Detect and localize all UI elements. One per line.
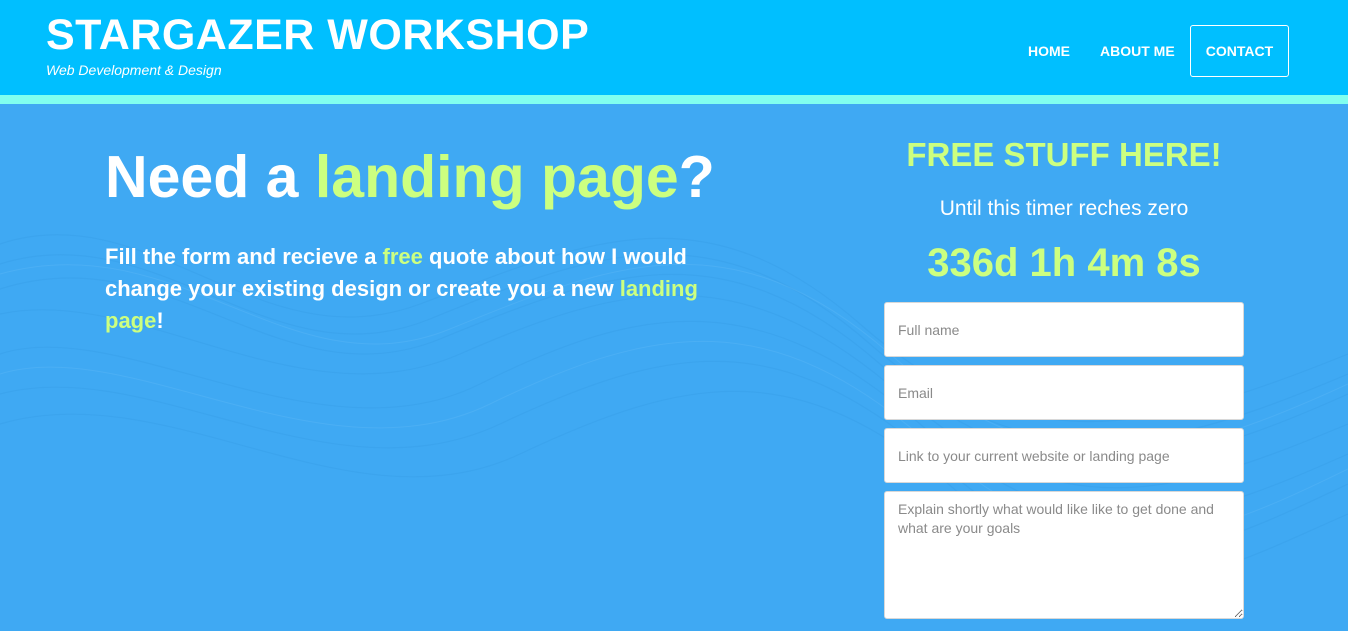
header-accent-bar bbox=[0, 95, 1348, 104]
headline-highlight: landing page bbox=[314, 144, 679, 210]
hero-intro-text: Fill the form and recieve a free quote a… bbox=[105, 241, 745, 337]
intro-free-highlight: free bbox=[382, 244, 423, 269]
website-link-input[interactable] bbox=[884, 428, 1244, 483]
full-name-input[interactable] bbox=[884, 302, 1244, 357]
headline-part2: ? bbox=[678, 144, 715, 210]
nav-home-link[interactable]: HOME bbox=[1028, 43, 1070, 59]
headline-part1: Need a bbox=[105, 144, 315, 210]
intro-part1: Fill the form and recieve a bbox=[105, 244, 383, 269]
timer-note: Until this timer reches zero bbox=[939, 197, 1189, 220]
nav-about-link[interactable]: ABOUT ME bbox=[1100, 43, 1175, 59]
site-header: STARGAZER WORKSHOP Web Development & Des… bbox=[0, 0, 1348, 95]
site-title[interactable]: STARGAZER WORKSHOP bbox=[46, 14, 589, 57]
hero-headline: Need a landing page? bbox=[105, 145, 715, 210]
offer-title: FREE STUFF HERE! bbox=[906, 136, 1222, 173]
goals-textarea[interactable] bbox=[884, 491, 1244, 619]
nav-contact-button[interactable]: CONTACT bbox=[1190, 25, 1289, 77]
site-tagline: Web Development & Design bbox=[46, 62, 222, 78]
countdown-timer: 336d 1h 4m 8s bbox=[927, 241, 1201, 285]
intro-part3: ! bbox=[156, 308, 164, 333]
email-input[interactable] bbox=[884, 365, 1244, 420]
